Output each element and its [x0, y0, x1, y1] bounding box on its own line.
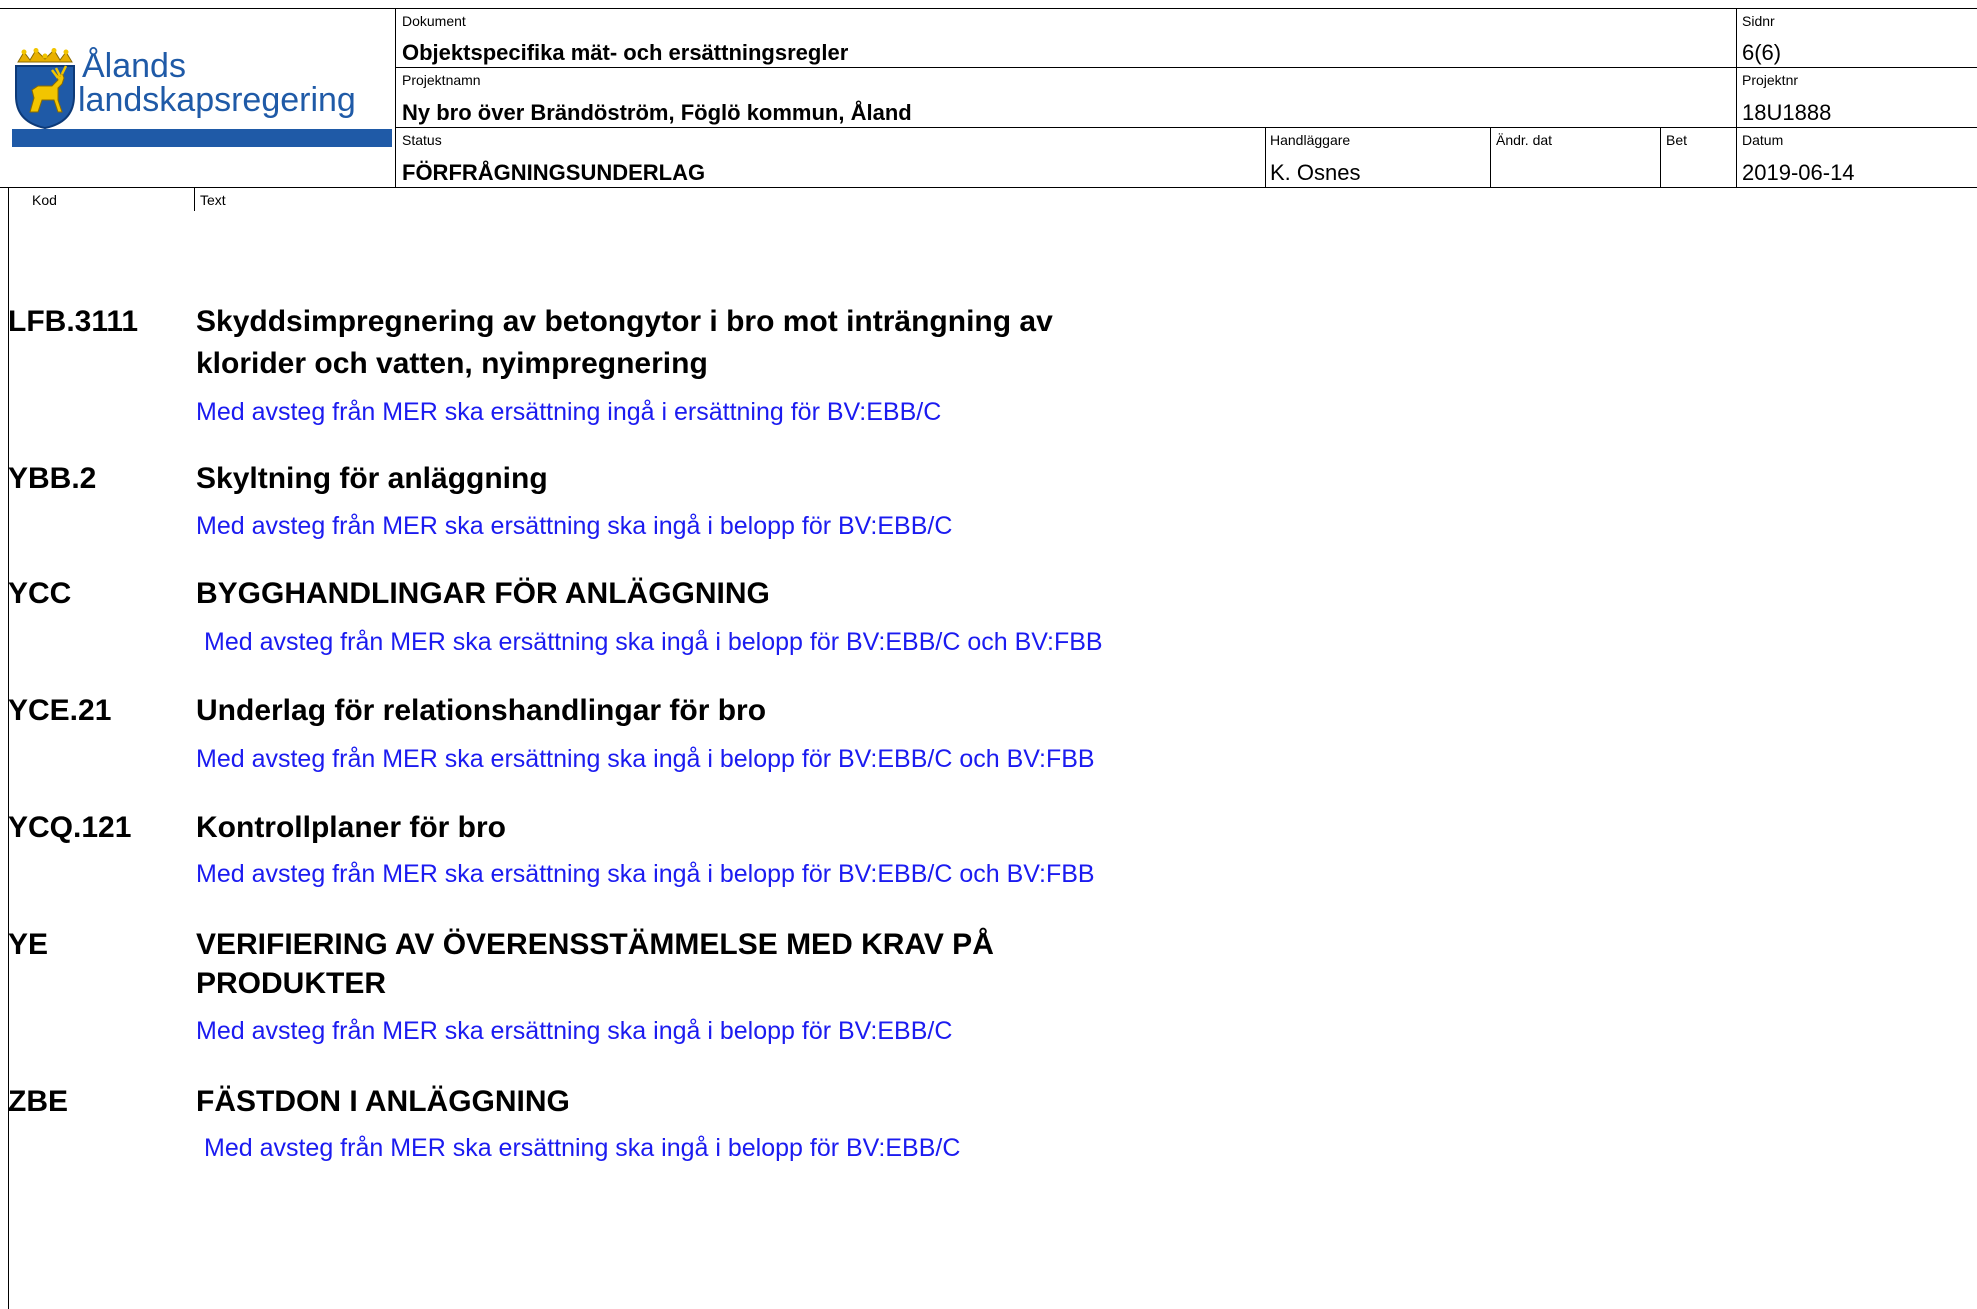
header-right-divider	[1736, 8, 1737, 187]
dokument-label: Dokument	[402, 13, 466, 29]
header-bet-divider	[1660, 127, 1661, 187]
header-andrdat-divider	[1490, 127, 1491, 187]
handlaggare-value: K. Osnes	[1270, 160, 1361, 185]
entry-heading: Underlag för relationshandlingar för bro	[196, 694, 767, 727]
entry-heading: Skyltning för anläggning	[196, 462, 548, 495]
left-margin-line	[8, 187, 9, 1309]
entry-code: YCE.21	[8, 694, 112, 727]
status-label: Status	[402, 132, 442, 148]
projektnamn-label: Projektnamn	[402, 72, 481, 88]
kod-text-divider	[194, 187, 195, 211]
entry-code: YE	[8, 928, 49, 961]
entry-text: Med avsteg från MER ska ersättning ska i…	[196, 512, 953, 540]
entry-code: YCC	[8, 577, 72, 610]
header-row-divider-2	[395, 127, 1977, 128]
projektnr-value: 18U1888	[1742, 100, 1832, 125]
entry-heading: Kontrollplaner för bro	[196, 811, 506, 844]
column-kod-label: Kod	[32, 192, 57, 208]
datum-value: 2019-06-14	[1742, 160, 1855, 185]
entry-text: Med avsteg från MER ska ersättning ska i…	[204, 628, 1103, 656]
sidnr-label: Sidnr	[1742, 13, 1775, 29]
header-row-divider-1	[395, 67, 1977, 68]
logo-text-alands: Ålands	[82, 47, 186, 85]
entry-heading-line2: klorider och vatten, nyimpregnering	[196, 347, 708, 380]
entry-text: Med avsteg från MER ska ersättning ingå …	[196, 398, 942, 426]
header-logo-divider	[395, 8, 396, 187]
entry-code: ZBE	[8, 1085, 68, 1118]
dokument-value: Objektspecifika mät- och ersättningsregl…	[402, 40, 849, 65]
logo-underline-bar	[12, 129, 392, 147]
projektnr-label: Projektnr	[1742, 72, 1799, 88]
projektnamn-value: Ny bro över Brändöström, Föglö kommun, Å…	[402, 100, 912, 125]
column-text-label: Text	[200, 192, 226, 208]
datum-label: Datum	[1742, 132, 1784, 148]
entry-text: Med avsteg från MER ska ersättning ska i…	[196, 745, 1095, 773]
logo-text-landskapsregering: landskapsregering	[78, 81, 356, 119]
status-value: FÖRFRÅGNINGSUNDERLAG	[402, 160, 706, 185]
header-top-border	[0, 8, 1977, 9]
entry-text: Med avsteg från MER ska ersättning ska i…	[196, 1017, 953, 1045]
header-bottom-border	[0, 187, 1977, 188]
entry-code: YCQ.121	[8, 811, 132, 844]
entry-heading: BYGGHANDLINGAR FÖR ANLÄGGNING	[196, 577, 770, 610]
entry-code: YBB.2	[8, 462, 97, 495]
bet-label: Bet	[1666, 132, 1688, 148]
entry-heading: FÄSTDON I ANLÄGGNING	[196, 1085, 570, 1118]
entry-text: Med avsteg från MER ska ersättning ska i…	[204, 1134, 961, 1162]
entry-text: Med avsteg från MER ska ersättning ska i…	[196, 860, 1095, 888]
entry-heading: VERIFIERING AV ÖVERENSSTÄMMELSE MED KRAV…	[196, 928, 994, 961]
entry-code: LFB.3111	[8, 305, 139, 338]
coat-of-arms-icon	[12, 48, 78, 130]
header-handlaggare-divider	[1265, 127, 1266, 187]
entry-heading-line2: PRODUKTER	[196, 967, 387, 1000]
handlaggare-label: Handläggare	[1270, 132, 1351, 148]
entry-heading: Skyddsimpregnering av betongytor i bro m…	[196, 305, 1053, 338]
andr-dat-label: Ändr. dat	[1496, 132, 1553, 148]
sidnr-value: 6(6)	[1742, 40, 1782, 65]
